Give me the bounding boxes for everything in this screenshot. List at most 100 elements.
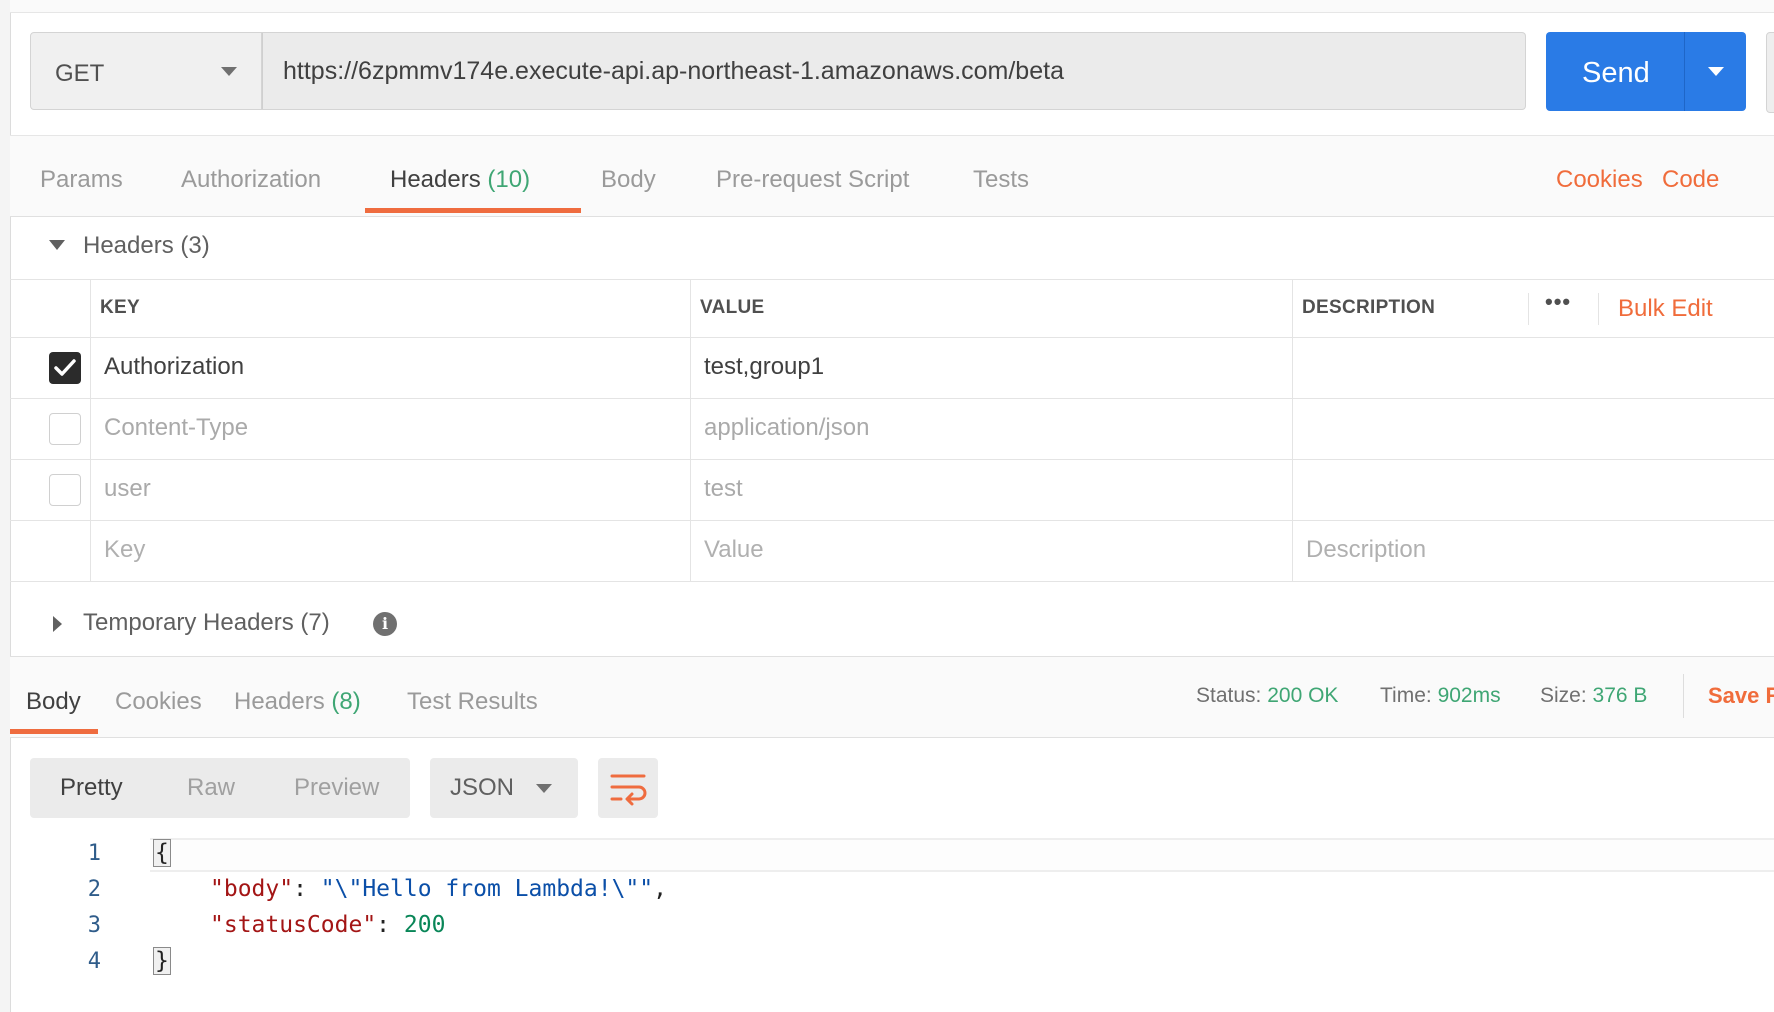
json-number-value: 200 [403, 912, 446, 938]
code-line-4: } [153, 947, 171, 975]
format-tab-pretty[interactable]: Pretty [60, 774, 123, 802]
size-readout[interactable]: Size: 376 B [1540, 684, 1647, 708]
column-header-description: DESCRIPTION [1302, 297, 1436, 318]
meta-divider [1683, 674, 1684, 718]
line-number: 1 [87, 841, 101, 866]
send-options-chevron-icon[interactable] [1708, 67, 1724, 76]
code-line-2: "body": "\"Hello from Lambda!\"", [210, 876, 667, 902]
top-strip [10, 0, 1774, 13]
row-checkbox[interactable] [49, 413, 81, 445]
header-value[interactable]: test [704, 475, 743, 503]
size-label: Size: [1540, 684, 1587, 707]
collapse-caret-icon[interactable] [49, 240, 65, 250]
column-divider [1292, 279, 1293, 581]
tab-pre-request-script[interactable]: Pre-request Script [716, 166, 909, 194]
url-text: https://6zpmmv174e.execute-api.ap-northe… [283, 57, 1064, 85]
column-header-key: KEY [100, 297, 140, 318]
column-divider [1598, 293, 1599, 325]
language-select[interactable]: JSON [430, 758, 578, 818]
header-key[interactable]: Authorization [104, 353, 244, 381]
json-string-value: "\"Hello from Lambda!\"" [320, 876, 654, 902]
tab-label: Pre-request Script [716, 166, 910, 193]
tab-count: (8) [331, 688, 361, 715]
bulk-edit-link[interactable]: Bulk Edit [1618, 295, 1713, 323]
header-key[interactable]: Content-Type [104, 414, 248, 442]
new-value-input[interactable]: Value [704, 536, 764, 564]
response-tab-body[interactable]: Body [26, 688, 81, 716]
tab-headers[interactable]: Headers (10) [390, 166, 530, 194]
tab-label: Headers [390, 166, 481, 193]
code-line-3: "statusCode": 200 [210, 912, 446, 938]
method-label: GET [55, 60, 105, 87]
header-value[interactable]: application/json [704, 414, 869, 442]
url-input[interactable]: https://6zpmmv174e.execute-api.ap-northe… [262, 32, 1526, 110]
chevron-down-icon [536, 784, 552, 793]
code-line-1: { [153, 839, 171, 867]
wrap-lines-icon [610, 774, 647, 806]
send-button[interactable]: Send [1546, 32, 1746, 111]
table-border [10, 337, 1774, 338]
tab-label: Tests [973, 166, 1030, 193]
active-response-tab-underline [10, 729, 98, 734]
tab-body[interactable]: Body [601, 166, 656, 194]
open-brace: { [153, 839, 171, 867]
time-readout[interactable]: Time: 902ms [1380, 684, 1501, 708]
tab-authorization[interactable]: Authorization [181, 166, 321, 194]
tab-tests[interactable]: Tests [973, 166, 1029, 194]
temporary-headers-count: (7) [300, 609, 330, 636]
info-icon[interactable]: i [373, 612, 397, 636]
response-tab-test-results[interactable]: Test Results [407, 688, 538, 716]
expand-caret-icon[interactable] [53, 616, 62, 632]
table-border [10, 459, 1774, 460]
time-value: 902ms [1437, 684, 1501, 707]
format-tabs: Pretty Raw Preview [30, 758, 410, 818]
save-button-edge[interactable] [1766, 32, 1774, 113]
headers-title-count: (3) [180, 232, 210, 259]
tab-label: Params [40, 166, 123, 193]
table-border [10, 581, 1774, 582]
tab-params[interactable]: Params [40, 166, 123, 194]
column-divider [90, 279, 91, 581]
close-brace: } [153, 947, 171, 975]
send-divider [1684, 32, 1685, 111]
table-border [10, 398, 1774, 399]
send-label: Send [1582, 57, 1650, 89]
size-value: 376 B [1592, 684, 1648, 707]
json-key: "statusCode" [210, 912, 377, 938]
column-divider [690, 279, 691, 581]
format-tab-preview[interactable]: Preview [294, 774, 379, 802]
method-select[interactable]: GET [30, 32, 262, 110]
tab-label: Test Results [407, 688, 538, 715]
new-key-input[interactable]: Key [104, 536, 145, 564]
column-header-value: VALUE [700, 297, 765, 318]
new-description-input[interactable]: Description [1306, 536, 1426, 564]
language-label: JSON [450, 774, 515, 801]
status-label: Status: [1196, 684, 1262, 707]
time-label: Time: [1380, 684, 1432, 707]
line-number: 3 [87, 913, 101, 938]
row-checkbox[interactable] [49, 474, 81, 506]
row-checkbox[interactable] [49, 352, 81, 384]
line-number: 2 [87, 877, 101, 902]
active-tab-underline [365, 208, 581, 213]
tab-label: Headers [234, 688, 325, 715]
header-value[interactable]: test,group1 [704, 353, 824, 381]
wrap-lines-button[interactable] [598, 758, 658, 818]
tab-label: Body [601, 166, 656, 193]
header-key[interactable]: user [104, 475, 151, 503]
save-response-button[interactable]: Save R [1708, 683, 1774, 709]
status-value: 200 OK [1267, 684, 1339, 707]
temporary-headers-title[interactable]: Temporary Headers (7) [83, 609, 330, 637]
tab-label: Body [26, 688, 81, 715]
chevron-down-icon [221, 67, 237, 76]
headers-title-label: Headers [83, 232, 174, 259]
more-options-icon[interactable]: ••• [1545, 289, 1571, 315]
tab-label: Authorization [181, 166, 322, 193]
response-tab-cookies[interactable]: Cookies [115, 688, 202, 716]
json-key: "body" [210, 876, 294, 902]
code-link[interactable]: Code [1662, 166, 1719, 194]
checkmark-icon [54, 359, 76, 376]
response-tab-headers[interactable]: Headers (8) [234, 688, 361, 716]
cookies-link[interactable]: Cookies [1556, 166, 1643, 194]
format-tab-raw[interactable]: Raw [187, 774, 235, 802]
